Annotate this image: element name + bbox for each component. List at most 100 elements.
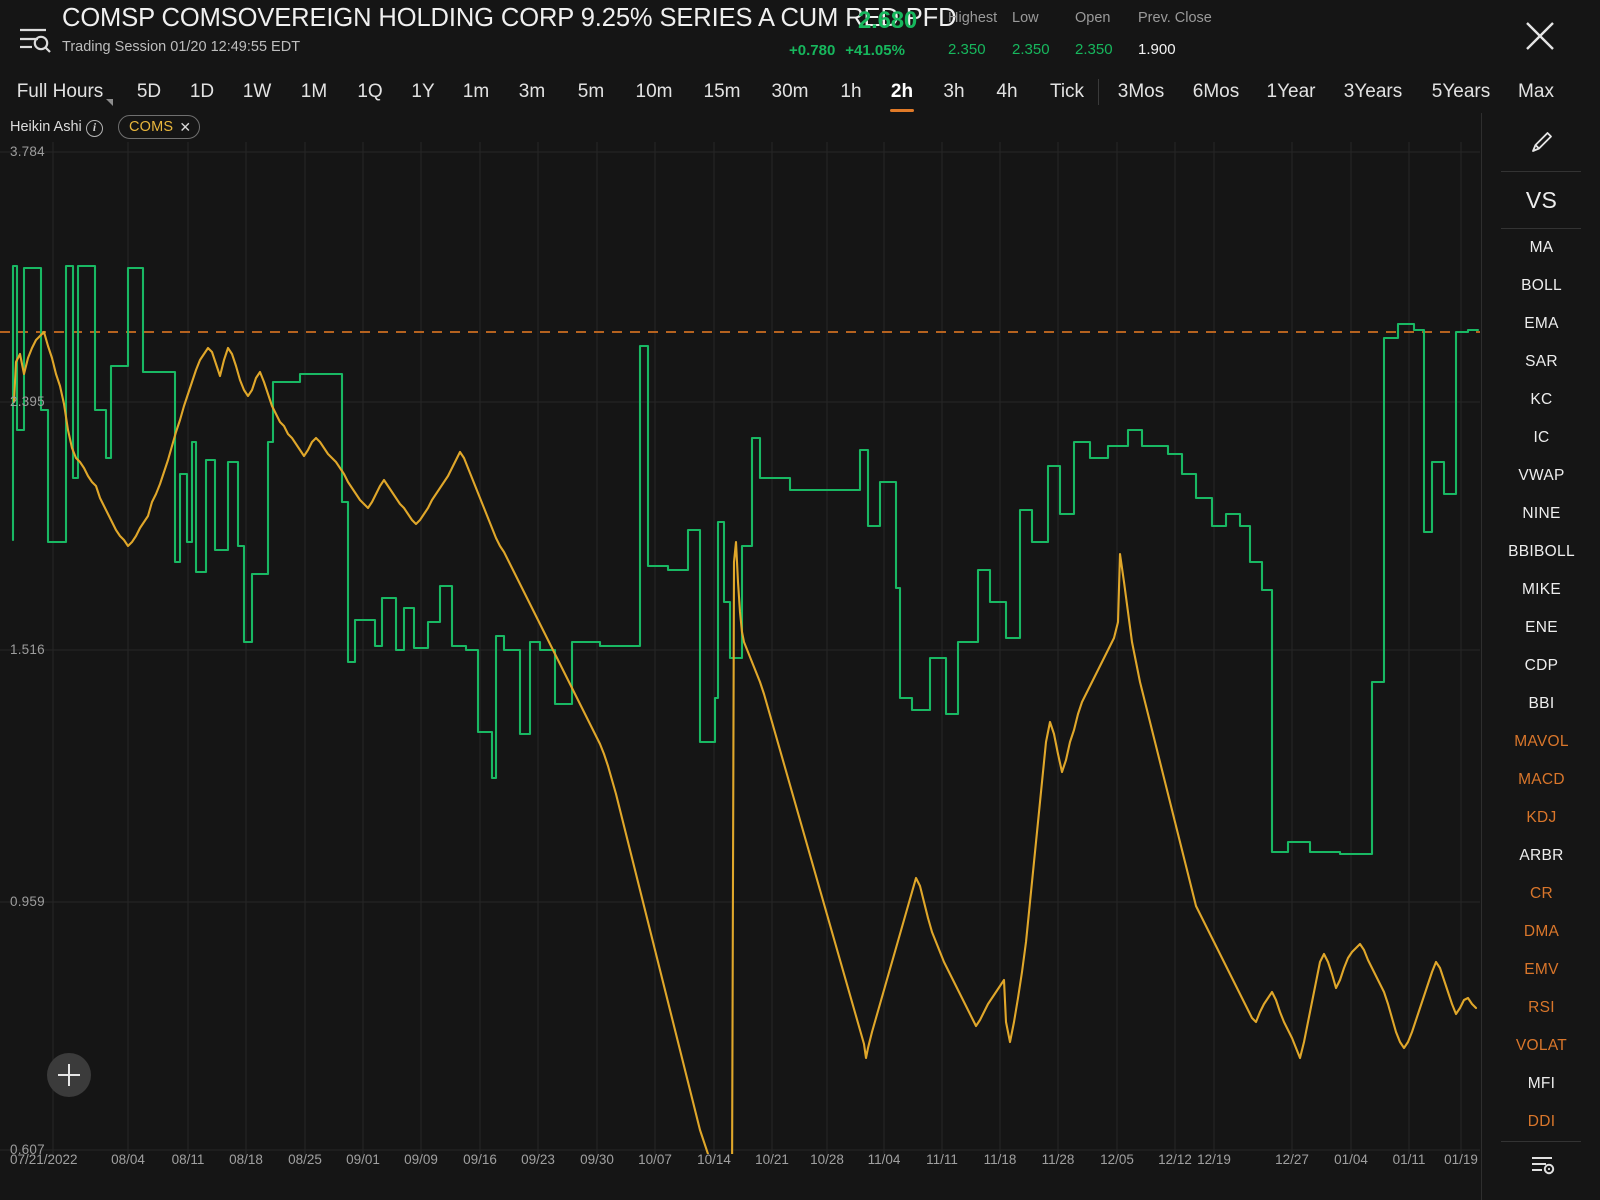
sidebar-item-emv[interactable]: EMV: [1482, 951, 1600, 989]
x-axis-tick-label: 01/11: [1392, 1152, 1426, 1167]
list-search-icon[interactable]: [12, 16, 56, 60]
info-icon[interactable]: i: [86, 120, 103, 137]
timeframe-tab-label: 15m: [703, 80, 741, 102]
timeframe-tab-1m[interactable]: 1m: [457, 70, 495, 113]
sidebar-item-ma[interactable]: MA: [1482, 229, 1600, 267]
x-axis-tick-label: 01/04: [1334, 1152, 1368, 1167]
timeframe-tab-2h[interactable]: 2h: [884, 70, 920, 113]
sidebar-item-kc[interactable]: KC: [1482, 381, 1600, 419]
timeframe-tab-15m[interactable]: 15m: [697, 70, 747, 113]
stat-open-label: Open: [1075, 10, 1111, 26]
sidebar-item-ddi[interactable]: DDI: [1482, 1103, 1600, 1141]
timeframe-tab-5m[interactable]: 5m: [572, 70, 610, 113]
x-axis-tick-label: 09/30: [580, 1152, 614, 1167]
stat-highest-label: Highest: [948, 10, 998, 26]
sidebar-item-nine[interactable]: NINE: [1482, 495, 1600, 533]
pencil-icon[interactable]: [1482, 113, 1600, 171]
x-axis-tick-label: 08/18: [229, 1152, 263, 1167]
x-axis-tick-label: 09/01: [346, 1152, 380, 1167]
compare-symbol-chip[interactable]: COMS ✕: [118, 115, 201, 139]
stat-low: Low 2.350: [1012, 9, 1075, 59]
timeframe-tab-3m[interactable]: 3m: [513, 70, 551, 113]
sidebar-item-ema[interactable]: EMA: [1482, 305, 1600, 343]
change-percent: +41.05%: [845, 42, 905, 59]
sidebar-item-rsi[interactable]: RSI: [1482, 989, 1600, 1027]
timeframe-tab-1w[interactable]: 1W: [237, 70, 277, 113]
sidebar-item-mavol[interactable]: MAVOL: [1482, 723, 1600, 761]
sidebar-item-dma[interactable]: DMA: [1482, 913, 1600, 951]
y-axis-tick-label: 0.959: [10, 894, 45, 909]
x-axis-tick-label: 11/18: [983, 1152, 1017, 1167]
timeframe-tab-5years[interactable]: 5Years: [1423, 70, 1499, 113]
sidebar-item-mike[interactable]: MIKE: [1482, 571, 1600, 609]
timeframe-tab-label: 4h: [996, 80, 1018, 102]
sidebar-item-cdp[interactable]: CDP: [1482, 647, 1600, 685]
add-indicator-button[interactable]: [47, 1053, 91, 1097]
timeframe-tab-label: 1h: [840, 80, 862, 102]
sidebar-item-ene[interactable]: ENE: [1482, 609, 1600, 647]
timeframe-tab-full-hours[interactable]: Full Hours: [10, 70, 113, 113]
timeframe-tab-1m[interactable]: 1M: [294, 70, 334, 113]
x-axis-tick-label: 09/09: [404, 1152, 438, 1167]
change-absolute: +0.780: [789, 42, 836, 59]
dropdown-caret-icon[interactable]: [106, 99, 113, 106]
x-axis: 07/21/2022 08/04 08/11 08/18 08/25 09/01 09/09…: [0, 1152, 1480, 1178]
timeframe-tab-label: 5m: [577, 80, 605, 102]
timeframe-tab-4h[interactable]: 4h: [989, 70, 1025, 113]
sidebar-item-ic[interactable]: IC: [1482, 419, 1600, 457]
sidebar-item-volat[interactable]: VOLAT: [1482, 1027, 1600, 1065]
timeframe-tab-label: 1Y: [411, 80, 435, 102]
sidebar-item-boll[interactable]: BOLL: [1482, 267, 1600, 305]
close-icon[interactable]: ✕: [179, 120, 191, 134]
timeframe-tab-label: 10m: [635, 80, 673, 102]
timeframe-tab-5d[interactable]: 5D: [130, 70, 168, 113]
y-axis-tick-label: 1.516: [10, 642, 45, 657]
quote-stats: Highest 2.350 Low 2.350 Open 2.350 Prev.…: [948, 9, 1258, 59]
timeframe-tab-tick[interactable]: Tick: [1042, 70, 1092, 113]
price-change-row: +0.780 +41.05%: [789, 42, 905, 59]
timeframe-tab-1y[interactable]: 1Y: [404, 70, 442, 113]
last-price: 2.680: [858, 7, 918, 34]
timeframe-tab-3mos[interactable]: 3Mos: [1110, 70, 1172, 113]
timeframe-tab-10m[interactable]: 10m: [629, 70, 679, 113]
timeframe-tab-1year[interactable]: 1Year: [1258, 70, 1324, 113]
price-chart[interactable]: [0, 142, 1480, 1154]
timeframe-tab-6mos[interactable]: 6Mos: [1185, 70, 1247, 113]
sidebar-item-vwap[interactable]: VWAP: [1482, 457, 1600, 495]
timeframe-tab-label: 1W: [242, 80, 272, 102]
stat-highest: Highest 2.350: [948, 9, 1012, 59]
timeframe-tab-3years[interactable]: 3Years: [1335, 70, 1411, 113]
x-axis-tick-label: 10/07: [638, 1152, 672, 1167]
sidebar-item-bbiboll[interactable]: BBIBOLL: [1482, 533, 1600, 571]
stat-prev-close-value: 1.900: [1138, 41, 1176, 58]
x-axis-tick-label: 08/04: [111, 1152, 145, 1167]
sidebar-item-mfi[interactable]: MFI: [1482, 1065, 1600, 1103]
x-axis-tick-label: 11/04: [867, 1152, 901, 1167]
x-axis-tick-label: 12/12: [1158, 1152, 1192, 1167]
timeframe-tab-label: 6Mos: [1192, 80, 1240, 102]
sidebar-item-cr[interactable]: CR: [1482, 875, 1600, 913]
x-axis-tick-label: 12/27: [1275, 1152, 1309, 1167]
timeframe-tab-30m[interactable]: 30m: [764, 70, 816, 113]
sidebar-item-macd[interactable]: MACD: [1482, 761, 1600, 799]
x-axis-tick-label: 12/19: [1197, 1152, 1231, 1167]
sidebar-item-sar[interactable]: SAR: [1482, 343, 1600, 381]
stat-low-value: 2.350: [1012, 41, 1050, 58]
sidebar-item-vs[interactable]: VS: [1482, 172, 1600, 228]
y-axis-tick-label: 2.395: [10, 394, 45, 409]
timeframe-tab-3h[interactable]: 3h: [936, 70, 972, 113]
sidebar-item-bbi[interactable]: BBI: [1482, 685, 1600, 723]
tabbar-divider: [1098, 79, 1099, 105]
x-axis-tick-label: 11/11: [926, 1152, 958, 1167]
timeframe-tab-max[interactable]: Max: [1509, 70, 1563, 113]
indicator-sidebar: VS MA BOLL EMA SAR KC IC VWAP NINE BBIBOLL MIKE EN…: [1481, 113, 1600, 1200]
timeframe-tab-1h[interactable]: 1h: [833, 70, 869, 113]
y-axis-tick-label: 3.784: [10, 144, 45, 159]
timeframe-tab-label: 1M: [300, 80, 328, 102]
sidebar-item-arbr[interactable]: ARBR: [1482, 837, 1600, 875]
timeframe-tab-1d[interactable]: 1D: [184, 70, 220, 113]
close-icon[interactable]: [1522, 18, 1558, 54]
sliders-settings-icon[interactable]: [1482, 1142, 1600, 1186]
sidebar-item-kdj[interactable]: KDJ: [1482, 799, 1600, 837]
timeframe-tab-1q[interactable]: 1Q: [350, 70, 390, 113]
